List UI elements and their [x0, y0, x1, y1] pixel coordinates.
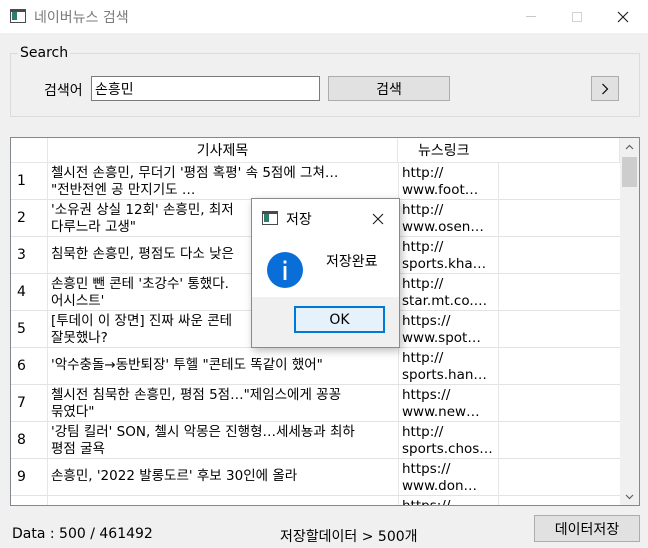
- app-window-icon: [10, 9, 26, 23]
- row-number[interactable]: 2: [11, 200, 48, 236]
- cell-article-title[interactable]: '악수충돌→동반퇴장' 투헬 "콘테도 똑같이 했어": [51, 348, 396, 384]
- cell-news-link[interactable]: https:// www.…: [398, 496, 498, 505]
- row-number[interactable]: 5: [11, 311, 48, 347]
- table-row[interactable]: 10'케인 동점골' 토트넘, 첼시와 2-2 무승부…손흥민은https://…: [11, 496, 620, 505]
- search-input[interactable]: [91, 76, 320, 101]
- next-button[interactable]: [591, 76, 619, 101]
- search-group-label: Search: [18, 45, 71, 61]
- cell-article-title[interactable]: '케인 동점골' 토트넘, 첼시와 2-2 무승부…손흥민은: [51, 496, 396, 505]
- cell-news-link[interactable]: http:// sports.kha…: [398, 237, 498, 273]
- dialog-footer: OK: [252, 297, 399, 347]
- row-number[interactable]: 7: [11, 385, 48, 421]
- info-glyph: [283, 260, 287, 280]
- cell-news-link[interactable]: http:// www.foot…: [398, 163, 498, 199]
- dialog-title: 저장: [286, 212, 312, 228]
- search-field-label: 검색어: [44, 83, 83, 99]
- cell-news-link[interactable]: https:// www.new…: [398, 385, 498, 421]
- vertical-scrollbar[interactable]: [620, 138, 639, 505]
- search-button[interactable]: 검색: [328, 76, 450, 101]
- save-info-label: 저장할데이터 > 500개: [280, 529, 418, 545]
- row-number[interactable]: 10: [11, 496, 48, 505]
- cell-article-title[interactable]: 첼시전 손흥민, 무더기 '평점 혹평' 속 5점에 그쳐… "전반전엔 공 만…: [51, 163, 396, 199]
- column-header-link[interactable]: 뉴스링크: [398, 138, 620, 163]
- save-data-button[interactable]: 데이터저장: [534, 515, 640, 542]
- save-dialog: 저장 저장완료 OK: [251, 198, 400, 348]
- table-row[interactable]: 6 '악수충돌→동반퇴장' 투헬 "콘테도 똑같이 했어" http:// spor…: [11, 348, 620, 385]
- row-number[interactable]: 9: [11, 459, 48, 495]
- cell-article-title[interactable]: 손흥민, '2022 발롱도르' 후보 30인에 올라: [51, 459, 396, 495]
- close-icon: [372, 213, 384, 225]
- row-number[interactable]: 1: [11, 163, 48, 199]
- dialog-message: 저장완료: [326, 254, 378, 270]
- maximize-button[interactable]: [554, 0, 600, 33]
- scroll-down-button[interactable]: [620, 488, 639, 505]
- table-row[interactable]: 7 첼시전 침묵한 손흥민, 평점 5점…"제임스에게 꽁꽁 묶였다" https:…: [11, 385, 620, 422]
- column-header-title[interactable]: 기사제목: [48, 138, 398, 163]
- cell-news-link[interactable]: http:// star.mt.co.…: [398, 274, 498, 310]
- table-row[interactable]: 1 첼시전 손흥민, 무더기 '평점 혹평' 속 5점에 그쳐… "전반전엔 공 …: [11, 163, 620, 200]
- row-number[interactable]: 4: [11, 274, 48, 310]
- row-number[interactable]: 8: [11, 422, 48, 458]
- minimize-icon: [526, 16, 536, 17]
- chevron-right-icon: [602, 83, 609, 94]
- dialog-app-icon: [262, 211, 278, 225]
- cell-news-link[interactable]: https:// www.don…: [398, 459, 498, 495]
- cell-article-title[interactable]: 첼시전 침묵한 손흥민, 평점 5점…"제임스에게 꽁꽁 묶였다": [51, 385, 396, 421]
- scroll-up-button[interactable]: [620, 138, 639, 155]
- minimize-button[interactable]: [508, 0, 554, 33]
- data-count-label: Data : 500 / 461492: [12, 526, 153, 542]
- info-icon: [267, 252, 303, 288]
- row-number[interactable]: 3: [11, 237, 48, 273]
- title-bar: 네이버뉴스 검색: [0, 0, 648, 33]
- grid-corner-header: [11, 138, 48, 163]
- row-number[interactable]: 6: [11, 348, 48, 384]
- chevron-up-icon: [625, 144, 634, 149]
- cell-news-link[interactable]: http:// sports.han…: [398, 348, 498, 384]
- window-title: 네이버뉴스 검색: [34, 10, 129, 26]
- cell-news-link[interactable]: https:// www.spot…: [398, 311, 498, 347]
- column-divider: [498, 163, 499, 505]
- dialog-close-button[interactable]: [366, 207, 390, 231]
- close-button[interactable]: [600, 0, 646, 33]
- chevron-down-icon: [625, 494, 634, 499]
- scroll-thumb[interactable]: [622, 157, 637, 187]
- cell-news-link[interactable]: http:// sports.chos…: [398, 422, 498, 458]
- table-row[interactable]: 9 손흥민, '2022 발롱도르' 후보 30인에 올라 https:// www…: [11, 459, 620, 496]
- cell-article-title[interactable]: '강팀 킬러' SON, 첼시 악몽은 진행형…세세뇽과 최하 평점 굴욕: [51, 422, 396, 458]
- table-row[interactable]: 8 '강팀 킬러' SON, 첼시 악몽은 진행형…세세뇽과 최하 평점 굴욕 ht…: [11, 422, 620, 459]
- cell-news-link[interactable]: http:// www.osen…: [398, 200, 498, 236]
- ok-button[interactable]: OK: [294, 306, 385, 333]
- maximize-icon: [572, 11, 582, 22]
- close-icon: [617, 11, 629, 22]
